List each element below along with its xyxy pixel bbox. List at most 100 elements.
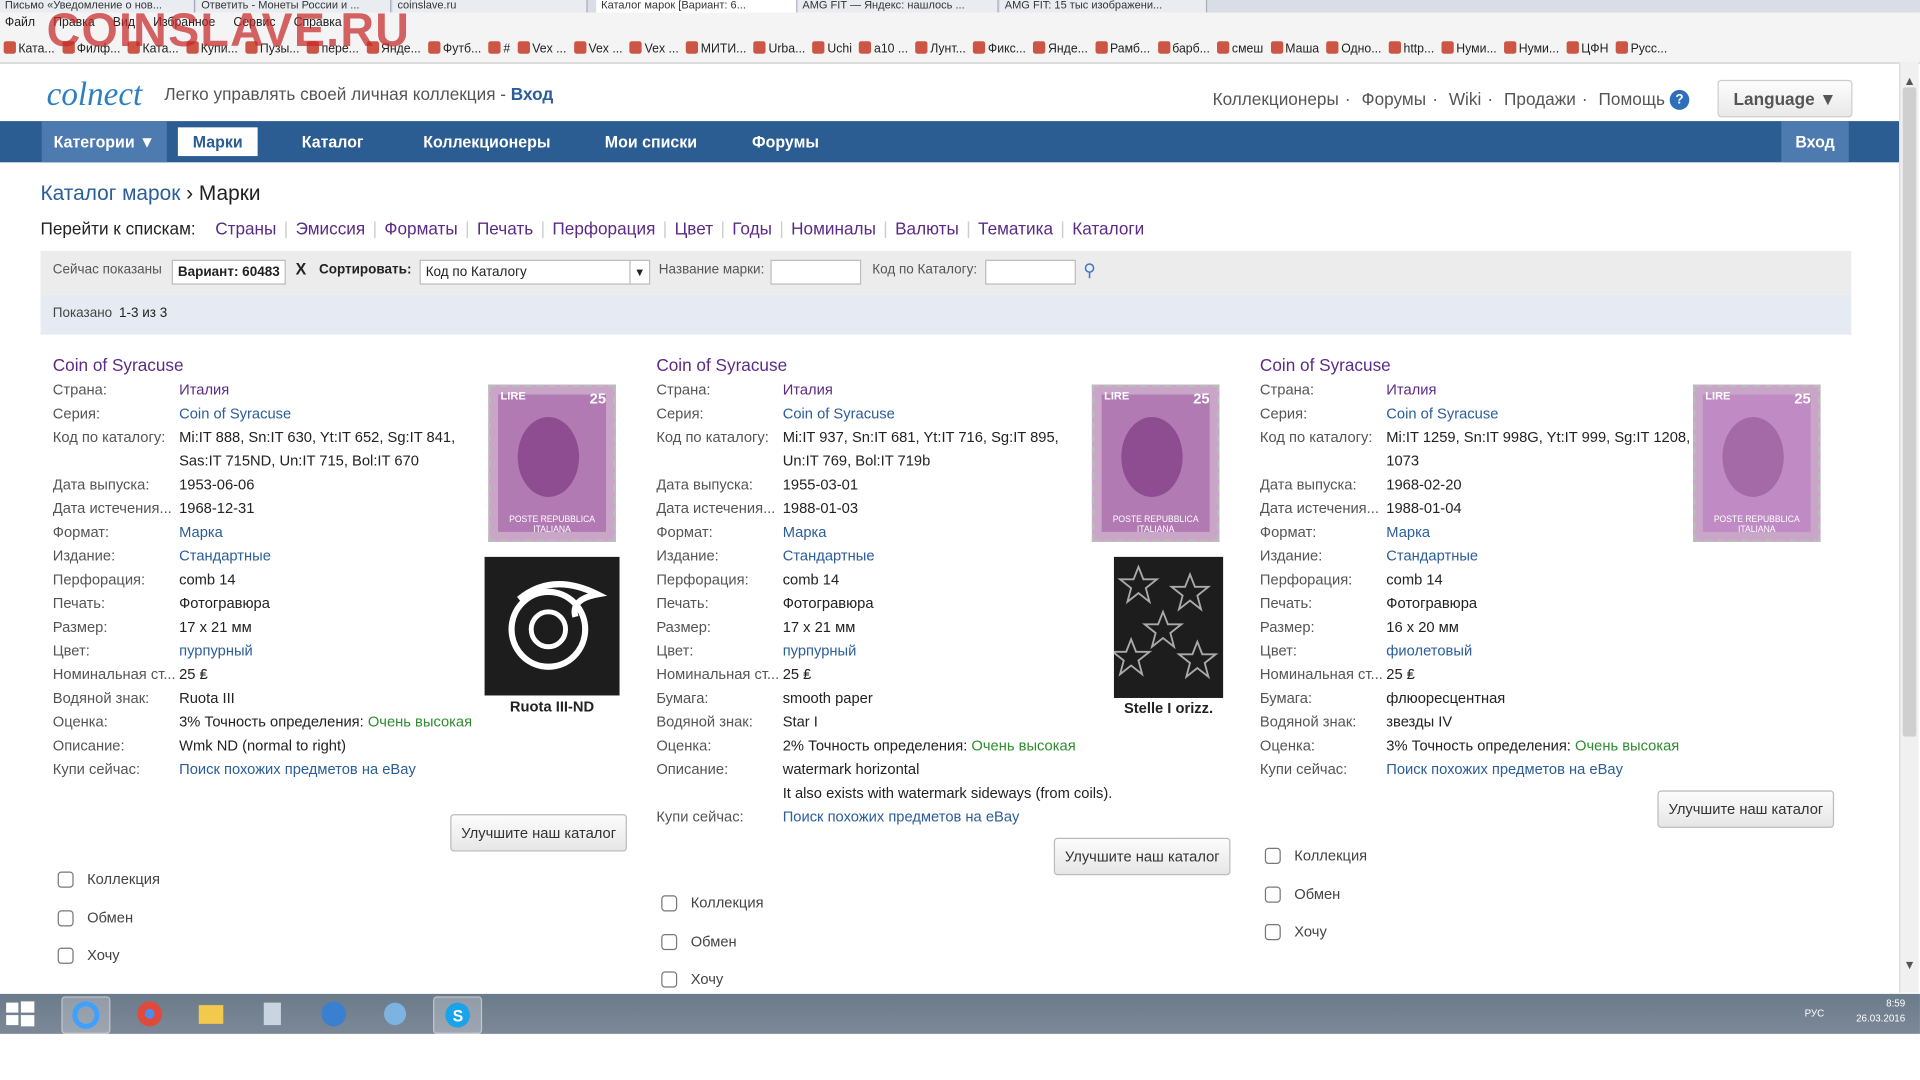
language-button[interactable]: Language ▼ <box>1717 79 1853 118</box>
internet-explorer-icon[interactable] <box>61 996 111 1034</box>
nav-categories[interactable]: Категории ▼ <box>41 121 167 163</box>
stamp-name-input[interactable] <box>770 259 862 285</box>
detail-value-text[interactable]: Coin of Syracuse <box>1386 405 1498 422</box>
chevron-down-icon[interactable]: ▼ <box>629 260 649 284</box>
checkbox-icon[interactable] <box>1264 923 1281 941</box>
checkbox-icon[interactable] <box>661 933 678 951</box>
detail-value[interactable]: Стандартные <box>1386 544 1754 568</box>
favorite-link[interactable]: смеш <box>1217 41 1263 56</box>
favorite-link[interactable]: ЦФН <box>1566 41 1608 56</box>
goto-link[interactable]: Печать <box>477 219 533 239</box>
stamp-image-2[interactable]: LIRE 25 POSTE REPUBBLICA ITALIANA <box>1091 384 1220 542</box>
detail-value-text[interactable]: Марка <box>1386 523 1430 540</box>
help-icon[interactable]: ? <box>1669 89 1690 110</box>
checkbox-icon[interactable] <box>57 910 74 927</box>
calculator-icon[interactable] <box>249 996 296 1031</box>
improve-catalog-button-2[interactable]: Улучшите наш каталог <box>1053 837 1231 876</box>
browser-tab[interactable]: coinslave.ru <box>392 0 588 13</box>
goto-link[interactable]: Форматы <box>384 219 457 239</box>
goto-link[interactable]: Страны <box>215 219 276 239</box>
catalog-code-input[interactable] <box>985 259 1076 285</box>
vertical-scrollbar[interactable]: ▲ ▼ <box>1899 62 1919 993</box>
stamp-image-3[interactable]: LIRE 25 POSTE REPUBBLICA ITALIANA <box>1692 384 1821 542</box>
menu-item[interactable]: Файл <box>5 16 35 30</box>
goto-link[interactable]: Перфорация <box>552 219 655 239</box>
breadcrumb-parent[interactable]: Каталог марок <box>40 181 180 205</box>
favorite-link[interactable]: http... <box>1388 41 1434 56</box>
detail-value[interactable]: Поиск похожих предметов на eBay <box>179 758 547 782</box>
checkbox-icon[interactable] <box>661 895 678 912</box>
scroll-down-icon[interactable]: ▼ <box>1900 959 1918 973</box>
detail-value-text[interactable]: Италия <box>783 381 833 398</box>
detail-value-text[interactable]: Поиск похожих предметов на eBay <box>179 760 416 777</box>
checkbox-icon[interactable] <box>661 971 678 988</box>
item-title[interactable]: Coin of Syracuse <box>1260 355 1849 375</box>
nav-collectors[interactable]: Коллекционеры <box>423 121 550 162</box>
improve-catalog-button-3[interactable]: Улучшите наш каталог <box>1657 790 1835 828</box>
sort-select[interactable]: Код по Каталогу ▼ <box>419 259 651 285</box>
detail-value[interactable]: фиолетовый <box>1386 639 1754 663</box>
favorite-link[interactable]: Urba... <box>753 41 805 56</box>
top-link-forums[interactable]: Форумы <box>1362 89 1427 109</box>
detail-value[interactable]: пурпурный <box>179 639 456 663</box>
detail-value-text[interactable]: пурпурный <box>783 642 857 659</box>
detail-value-text[interactable]: Марка <box>179 523 223 540</box>
detail-value[interactable]: Стандартные <box>783 544 1060 568</box>
detail-value-text[interactable]: Италия <box>179 381 229 398</box>
favorite-link[interactable]: Маша <box>1270 41 1319 56</box>
favorite-link[interactable]: Uchi <box>812 41 852 56</box>
watermark-image-1[interactable] <box>484 556 620 696</box>
favorite-link[interactable]: Фикс... <box>973 41 1026 56</box>
detail-value-text[interactable]: Стандартные <box>179 547 271 564</box>
want-checkbox-3[interactable]: Хочу <box>1264 923 1327 941</box>
goto-link[interactable]: Валюты <box>895 219 959 239</box>
skype-icon[interactable]: S <box>433 996 483 1034</box>
detail-value[interactable]: Поиск похожих предметов на eBay <box>1386 758 1754 782</box>
checkbox-icon[interactable] <box>1264 847 1281 865</box>
favorite-link[interactable]: Русс... <box>1615 41 1667 56</box>
goto-link[interactable]: Годы <box>732 219 772 239</box>
favorite-link[interactable]: МИТИ... <box>686 41 746 56</box>
colnect-logo[interactable]: colnect <box>47 75 143 114</box>
want-checkbox-2[interactable]: Хочу <box>661 970 723 988</box>
want-checkbox-1[interactable]: Хочу <box>57 946 120 964</box>
browser-tab[interactable]: AMG FIT: 15 тыс изображени... <box>999 0 1208 13</box>
goto-link[interactable]: Каталоги <box>1072 219 1144 239</box>
tool-icon[interactable] <box>372 996 419 1031</box>
favorite-link[interactable]: Одно... <box>1326 41 1381 56</box>
detail-value-text[interactable]: Стандартные <box>783 547 875 564</box>
goto-link[interactable]: Тематика <box>978 219 1053 239</box>
watermark-image-2[interactable] <box>1110 556 1224 698</box>
favorite-link[interactable]: Янде... <box>1033 41 1088 56</box>
detail-value-text[interactable]: Стандартные <box>1386 547 1478 564</box>
favorite-link[interactable]: Футб... <box>428 41 481 56</box>
favorite-link[interactable]: Vex ... <box>573 41 623 56</box>
item-title[interactable]: Coin of Syracuse <box>656 355 1245 375</box>
collection-checkbox-1[interactable]: Коллекция <box>57 870 160 888</box>
detail-value-text[interactable]: Поиск похожих предметов на eBay <box>1386 760 1623 777</box>
goto-link[interactable]: Номиналы <box>791 219 876 239</box>
windows-start-icon[interactable] <box>2 996 49 1031</box>
exchange-checkbox-2[interactable]: Обмен <box>661 933 737 951</box>
detail-value[interactable]: пурпурный <box>783 639 1060 663</box>
language-indicator[interactable]: РУС <box>1805 1006 1825 1021</box>
detail-value-text[interactable]: пурпурный <box>179 642 253 659</box>
stamp-image-1[interactable]: LIRE 25 POSTE REPUBBLICA ITALIANA <box>488 384 616 542</box>
favorite-link[interactable]: Vex ... <box>629 41 679 56</box>
nav-stamps[interactable]: Марки <box>177 127 258 157</box>
detail-value-text[interactable]: Италия <box>1386 381 1436 398</box>
detail-value[interactable]: Поиск похожих предметов на eBay <box>783 805 1151 829</box>
header-login-link[interactable]: Вход <box>511 84 553 104</box>
nav-login[interactable]: Вход <box>1781 121 1849 163</box>
favorite-link[interactable]: Лунт... <box>915 41 966 56</box>
favorite-link[interactable]: а10 ... <box>859 41 908 56</box>
goto-link[interactable]: Эмиссия <box>296 219 366 239</box>
collection-checkbox-2[interactable]: Коллекция <box>661 894 764 912</box>
search-icon[interactable]: ⚲ <box>1083 260 1096 281</box>
detail-value-text[interactable]: фиолетовый <box>1386 642 1472 659</box>
favorite-link[interactable]: Vex ... <box>517 41 566 56</box>
nav-forums[interactable]: Форумы <box>752 121 819 162</box>
top-link-wiki[interactable]: Wiki <box>1449 89 1481 109</box>
detail-value-text[interactable]: Coin of Syracuse <box>179 405 291 422</box>
detail-value[interactable]: Италия <box>783 378 1060 402</box>
